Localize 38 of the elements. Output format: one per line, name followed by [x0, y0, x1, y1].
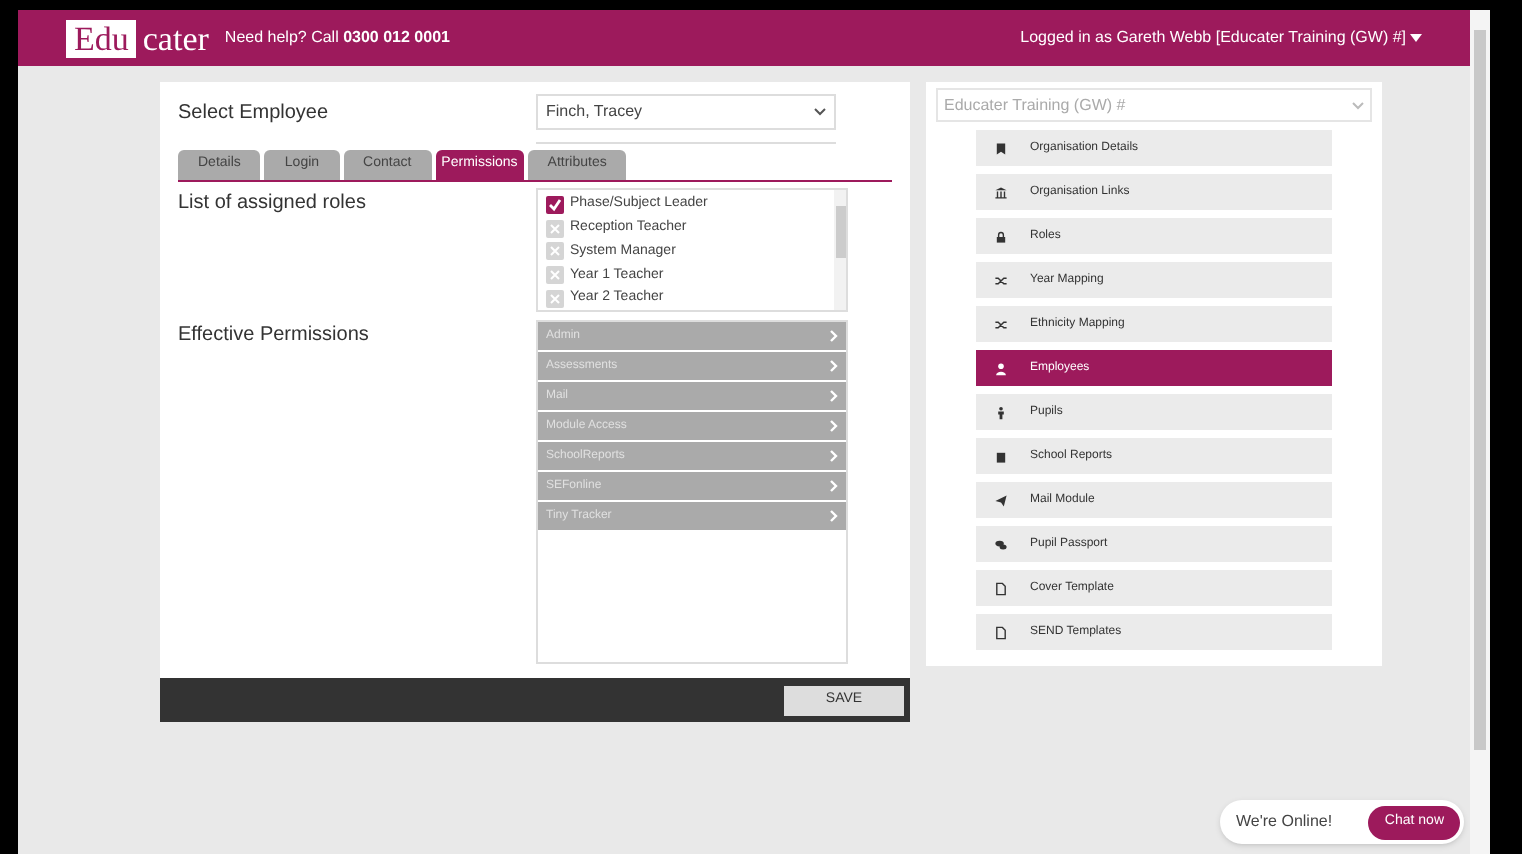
caret-icon — [1410, 34, 1422, 42]
bank-icon — [994, 185, 1008, 199]
shuffle-icon — [994, 273, 1008, 287]
scrollbar[interactable] — [834, 190, 846, 310]
user-icon — [994, 361, 1008, 375]
checkbox[interactable] — [546, 219, 564, 238]
employee-select[interactable]: Finch, Tracey — [536, 94, 836, 130]
chevron-icon — [830, 360, 838, 372]
chevron-icon — [830, 330, 838, 342]
section-label: List of assigned roles — [178, 190, 368, 218]
checkbox[interactable] — [546, 266, 564, 285]
document-icon — [994, 625, 1008, 639]
checkbox[interactable] — [546, 195, 564, 214]
book-icon — [994, 449, 1008, 463]
logo-text: cater — [142, 21, 209, 55]
checkbox[interactable] — [546, 290, 564, 309]
field-label: Select Employee — [178, 99, 331, 127]
page-scrollbar[interactable] — [1470, 10, 1490, 854]
chevron-icon — [830, 420, 838, 432]
chevron-icon — [814, 108, 826, 116]
help-text: Need help? Call 0300 012 0001 — [224, 26, 450, 50]
chevron-icon — [830, 450, 838, 462]
checkbox[interactable] — [546, 242, 564, 261]
section-label: Effective Permissions — [178, 322, 371, 350]
chat-bubbles-icon — [994, 537, 1008, 551]
paper-plane-icon — [994, 493, 1008, 507]
child-icon — [994, 405, 1008, 419]
chevron-icon — [830, 390, 838, 402]
bookmark-icon — [994, 141, 1008, 155]
lock-icon — [994, 229, 1008, 243]
user-menu[interactable]: Logged in as Gareth Webb [Educater Training (GW) #] — [1020, 26, 1422, 50]
shuffle-icon — [994, 317, 1008, 331]
chevron-icon — [830, 480, 838, 492]
chevron-icon — [1352, 101, 1364, 109]
logo[interactable]: Edu — [66, 19, 137, 57]
document-icon — [994, 581, 1008, 595]
chat-status: We're Online! — [1236, 810, 1335, 834]
chevron-icon — [830, 510, 838, 522]
